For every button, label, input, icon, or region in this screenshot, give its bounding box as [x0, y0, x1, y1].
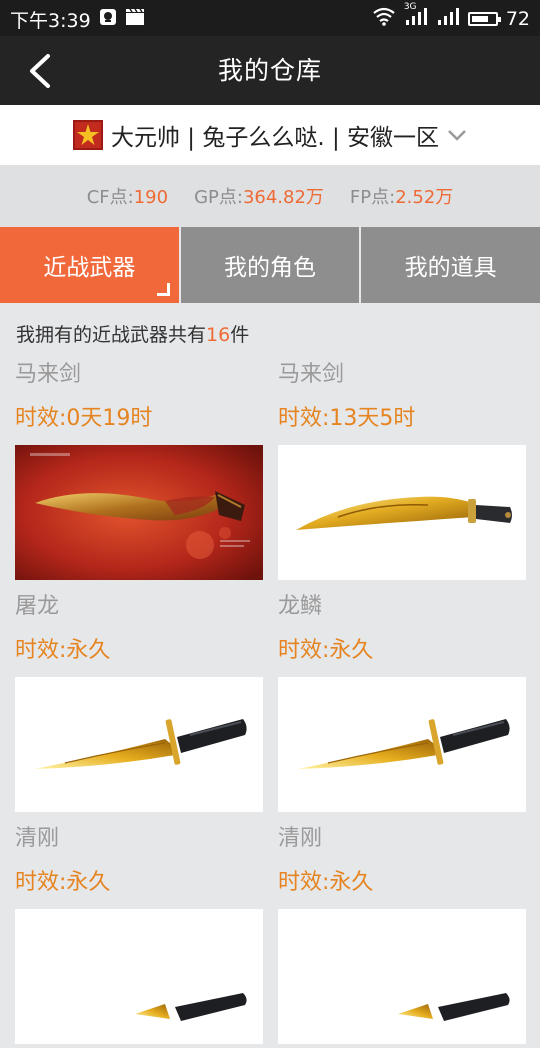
points-bar: CF点:190 GP点:364.82万 FP点:2.52万: [0, 165, 540, 227]
summary-prefix: 我拥有的近战武器共有: [16, 324, 207, 346]
account-text: 大元帅 | 兔子么么哒. | 安徽一区: [110, 125, 440, 151]
tab-my-characters[interactable]: 我的角色: [180, 227, 360, 303]
tab-my-items[interactable]: 我的道具: [361, 227, 540, 303]
gp-value: 364.82万: [242, 187, 324, 208]
fp-label: FP点:: [349, 187, 396, 208]
gp-points: GP点:364.82万: [194, 183, 324, 209]
page-title: 我的仓库: [217, 56, 322, 85]
title-bar: 我的仓库: [0, 36, 540, 105]
battery-icon: [467, 11, 501, 26]
fp-points: FP点:2.52万: [350, 183, 453, 209]
weapon-card[interactable]: 龙鳞 时效:永久: [278, 584, 526, 816]
status-bar: 下午3:39 3G 72: [0, 0, 540, 36]
weapon-duration: 时效:13天5时: [278, 406, 416, 431]
weapon-card[interactable]: 屠龙 时效:永久: [15, 584, 263, 816]
tab-label: 我的道具: [404, 255, 497, 281]
signal-3g-icon: 3G: [404, 2, 428, 31]
summary-suffix: 件: [230, 324, 250, 346]
account-selector[interactable]: 大元帅 | 兔子么么哒. | 安徽一区: [0, 105, 540, 165]
weapon-duration: 时效:永久: [15, 870, 111, 895]
clapper-icon: [125, 8, 145, 31]
weapon-grid: 马来剑 时效:0天19时 马来剑 时效:13天5时 屠龙 时效:永久 龙鳞 时效…: [15, 352, 526, 1048]
category-tabs: 近战武器 我的角色 我的道具: [0, 227, 540, 303]
weapon-duration: 时效:永久: [278, 638, 374, 663]
malay-sword-red-image: [15, 445, 263, 580]
weapon-name: 屠龙: [15, 594, 60, 619]
weapon-card[interactable]: 清刚 时效:永久: [15, 816, 263, 1048]
chevron-down-icon: [448, 130, 466, 141]
cf-points: CF点:190: [87, 183, 168, 209]
tab-melee-weapons[interactable]: 近战武器: [0, 227, 179, 303]
weapon-name: 清刚: [278, 826, 323, 851]
weapon-name: 马来剑: [278, 362, 345, 387]
inventory-summary: 我拥有的近战武器共有16件: [16, 320, 249, 347]
weapon-duration: 时效:永久: [278, 870, 374, 895]
dragon-knife-image: [15, 677, 263, 812]
tab-label: 我的角色: [224, 255, 316, 281]
weapon-name: 龙鳞: [278, 594, 323, 619]
tab-label: 近战武器: [43, 255, 136, 281]
wifi-icon: [372, 6, 396, 31]
malay-sword-gold-image: [278, 445, 526, 580]
weapon-duration: 时效:永久: [15, 638, 111, 663]
dragon-knife-image: [278, 909, 526, 1044]
notification-icon: [99, 8, 117, 31]
network-label: 3G: [403, 2, 417, 12]
weapon-card[interactable]: 马来剑 时效:13天5时: [278, 352, 526, 584]
status-time: 下午3:39: [10, 10, 91, 32]
weapon-name: 清刚: [15, 826, 60, 851]
cf-value: 190: [133, 187, 169, 208]
weapon-card[interactable]: 马来剑 时效:0天19时: [15, 352, 263, 584]
weapon-name: 马来剑: [15, 362, 82, 387]
dragon-knife-image: [278, 677, 526, 812]
summary-count: 16: [206, 324, 231, 346]
gp-label: GP点:: [194, 187, 243, 208]
weapon-card[interactable]: 清刚 时效:永久: [278, 816, 526, 1048]
selected-corner-icon: [156, 283, 170, 296]
cf-label: CF点:: [86, 187, 134, 208]
weapon-duration: 时效:0天19时: [15, 406, 153, 431]
rank-badge-icon: [72, 120, 103, 150]
fp-value: 2.52万: [395, 187, 454, 208]
battery-percent: 72: [505, 7, 530, 30]
signal-icon: [436, 6, 460, 31]
dragon-knife-image: [15, 909, 263, 1044]
